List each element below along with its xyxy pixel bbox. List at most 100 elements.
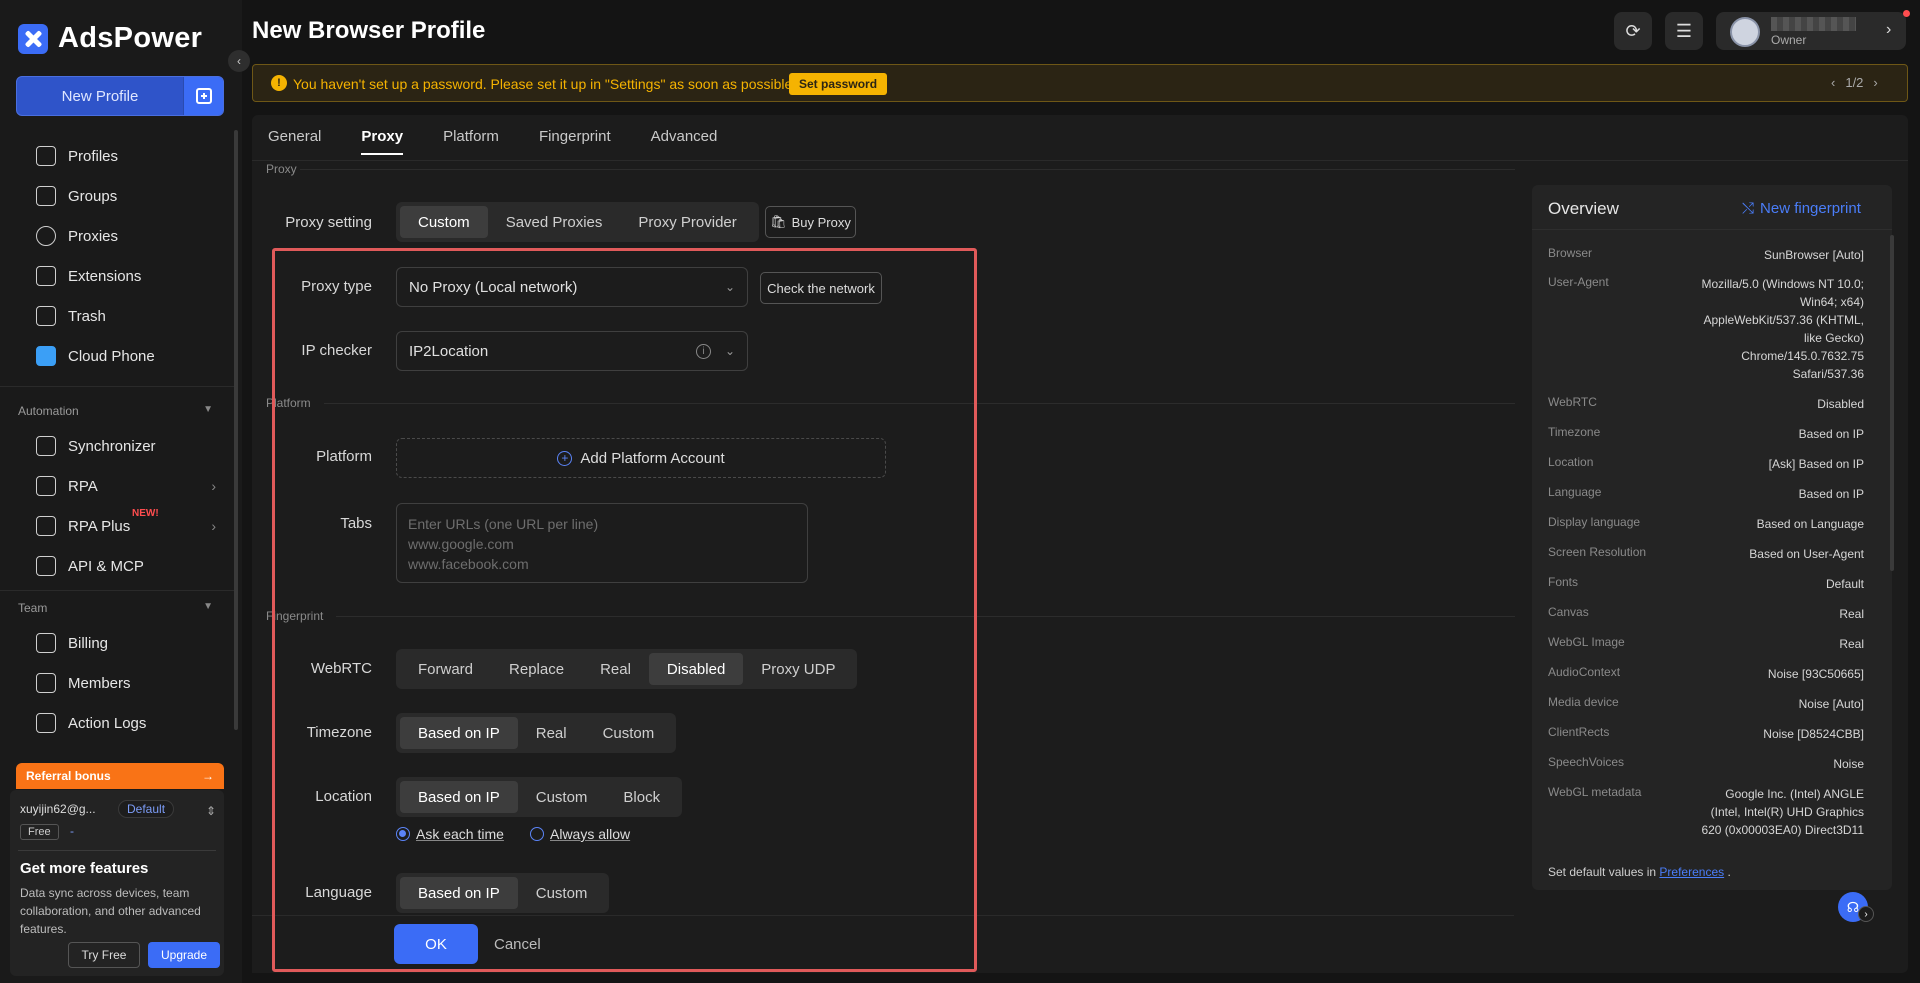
language-based-on-ip[interactable]: Based on IP [400, 877, 518, 909]
team-group-selector[interactable]: Default [118, 800, 175, 818]
automation-section-toggle[interactable]: Automation ▼ [18, 404, 213, 418]
sync-status-button[interactable]: ⟳ [1614, 12, 1652, 50]
info-icon[interactable]: i [696, 343, 711, 359]
sidebar-item-synchronizer[interactable]: Synchronizer [36, 430, 216, 462]
overview-key: Location [1548, 455, 1594, 469]
location-ask-each-time-radio[interactable]: Ask each time [396, 826, 504, 842]
arrow-right-icon[interactable]: › [1858, 906, 1874, 922]
overview-key: WebGL metadata [1548, 785, 1642, 799]
location-always-allow-radio[interactable]: Always allow [530, 826, 630, 842]
section-divider [324, 403, 1515, 404]
sidebar-scrollbar[interactable] [234, 130, 238, 730]
tabs-urls-textarea[interactable]: Enter URLs (one URL per line) www.google… [396, 503, 808, 583]
preferences-link[interactable]: Preferences [1659, 865, 1724, 879]
timezone-real[interactable]: Real [518, 717, 585, 749]
cancel-button[interactable]: Cancel [494, 924, 541, 964]
tabs-label: Tabs [340, 515, 372, 532]
referral-bonus-label: Referral bonus [26, 769, 111, 783]
webrtc-proxy-udp[interactable]: Proxy UDP [743, 653, 853, 685]
language-custom[interactable]: Custom [518, 877, 606, 909]
sidebar-item-proxies[interactable]: Proxies [36, 220, 216, 252]
sidebar-item-cloud-phone[interactable]: Cloud Phone [36, 340, 216, 372]
overview-key: SpeechVoices [1548, 755, 1625, 769]
sidebar-item-rpa-plus[interactable]: RPA Plus NEW! › [36, 508, 216, 542]
sidebar-item-groups[interactable]: Groups [36, 180, 216, 212]
webrtc-forward[interactable]: Forward [400, 653, 491, 685]
overview-value: Noise [D8524CBB] [1763, 727, 1864, 741]
proxy-type-label: Proxy type [301, 278, 372, 295]
task-list-button[interactable]: ☰ [1665, 12, 1703, 50]
ip-checker-select[interactable]: IP2Location i ⌄ [396, 331, 748, 371]
new-fingerprint-button[interactable]: ⤭ New fingerprint [1742, 200, 1861, 217]
chevron-left-icon: ‹ [237, 54, 241, 68]
proxy-setting-saved[interactable]: Saved Proxies [488, 206, 621, 238]
warning-icon: ! [271, 75, 287, 91]
tab-platform[interactable]: Platform [443, 128, 499, 155]
tab-fingerprint[interactable]: Fingerprint [539, 128, 611, 155]
platform-label: Platform [316, 448, 372, 465]
overview-scrollbar[interactable] [1890, 235, 1894, 571]
adspower-logo-icon [18, 23, 48, 54]
tab-advanced[interactable]: Advanced [651, 128, 718, 155]
webrtc-segmented: Forward Replace Real Disabled Proxy UDP [396, 649, 858, 689]
warning-page-indicator: 1/2 [1845, 75, 1864, 90]
radio-label: Ask each time [416, 826, 504, 842]
proxy-setting-custom[interactable]: Custom [400, 206, 488, 238]
sidebar-item-label: Profiles [68, 147, 119, 165]
timezone-custom[interactable]: Custom [585, 717, 673, 749]
sidebar-item-label: Members [68, 674, 131, 692]
location-custom[interactable]: Custom [518, 781, 606, 813]
timezone-based-on-ip[interactable]: Based on IP [400, 717, 518, 749]
webrtc-real[interactable]: Real [582, 653, 649, 685]
location-block[interactable]: Block [605, 781, 678, 813]
sidebar-item-trash[interactable]: Trash [36, 300, 216, 332]
sidebar-item-billing[interactable]: Billing [36, 627, 216, 659]
location-based-on-ip[interactable]: Based on IP [400, 781, 518, 813]
sidebar-item-profiles[interactable]: Profiles [36, 140, 216, 172]
team-section-toggle[interactable]: Team ▼ [18, 601, 213, 615]
upgrade-button[interactable]: Upgrade [148, 942, 220, 968]
quick-add-button[interactable] [183, 77, 223, 115]
webrtc-disabled[interactable]: Disabled [648, 653, 744, 685]
sidebar-divider [0, 386, 237, 387]
page-title: New Browser Profile [252, 17, 486, 44]
new-profile-button[interactable]: New Profile [17, 77, 183, 115]
tab-general[interactable]: General [268, 128, 321, 155]
switch-account-icon[interactable]: ⇕ [206, 804, 216, 818]
chevron-right-icon[interactable]: › [1873, 75, 1877, 90]
platform-section-label: Platform [266, 396, 311, 410]
account-card: xuyijin62@g... Default ⇕ Free - Get more… [10, 790, 224, 976]
try-free-button[interactable]: Try Free [68, 942, 140, 968]
overview-value: Based on IP [1798, 487, 1864, 501]
webrtc-replace[interactable]: Replace [491, 653, 582, 685]
language-label: Language [305, 884, 372, 901]
user-menu[interactable]: Owner › [1716, 12, 1906, 50]
sidebar-divider [0, 590, 237, 591]
buy-proxy-button[interactable]: 🛍 Buy Proxy [765, 206, 856, 238]
set-password-button[interactable]: Set password [789, 73, 888, 95]
collapse-sidebar-button[interactable]: ‹ [228, 50, 250, 72]
chevron-right-icon: › [211, 518, 216, 534]
rpa-plus-icon [36, 516, 56, 536]
check-network-button[interactable]: Check the network [760, 272, 882, 304]
sidebar-item-rpa[interactable]: RPA › [36, 470, 216, 502]
tabs-divider [252, 160, 1908, 161]
add-platform-account-button[interactable]: + Add Platform Account [396, 438, 886, 478]
proxy-setting-provider[interactable]: Proxy Provider [620, 206, 754, 238]
overview-key: AudioContext [1548, 665, 1621, 679]
sidebar-item-api-mcp[interactable]: API & MCP [36, 550, 216, 582]
warning-pager: ‹ 1/2 › [1831, 75, 1878, 90]
referral-bonus-banner[interactable]: Referral bonus → [16, 763, 224, 789]
overview-value: Based on IP [1798, 427, 1864, 441]
sidebar-item-action-logs[interactable]: Action Logs [36, 707, 216, 739]
sidebar-item-members[interactable]: Members [36, 667, 216, 699]
chevron-left-icon[interactable]: ‹ [1831, 75, 1835, 90]
app-logo[interactable]: AdsPower [18, 22, 202, 55]
overview-title: Overview [1548, 199, 1619, 218]
proxy-type-select[interactable]: No Proxy (Local network) ⌄ [396, 267, 748, 307]
ok-button[interactable]: OK [394, 924, 478, 964]
tab-proxy[interactable]: Proxy [361, 128, 403, 155]
sidebar-item-extensions[interactable]: Extensions [36, 260, 216, 292]
buy-proxy-label: Buy Proxy [791, 214, 851, 230]
folder-icon [36, 186, 56, 206]
